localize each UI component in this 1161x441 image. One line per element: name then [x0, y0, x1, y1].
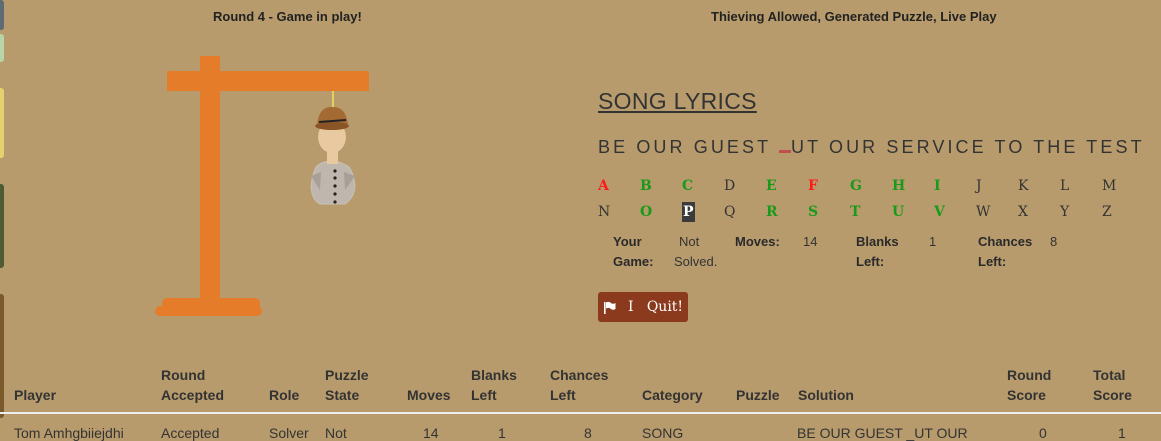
letter-m[interactable]: M [1100, 178, 1142, 194]
puzzle-phrase: BE OUR GUEST UT OUR SERVICE TO THE TEST [598, 137, 1145, 158]
column-header-player[interactable]: Player [14, 365, 56, 405]
letter-i[interactable]: I [932, 178, 974, 194]
table-cell: SONG [642, 425, 684, 441]
column-header-moves[interactable]: Moves [407, 365, 451, 405]
letter-c[interactable]: C [680, 178, 722, 194]
column-header-left[interactable]: Blanks Left [471, 365, 517, 405]
your-game-label-1: Your [613, 234, 642, 249]
side-tab-5[interactable] [0, 294, 4, 418]
table-cell: 1 [498, 425, 506, 441]
column-header-state[interactable]: Puzzle State [325, 365, 369, 405]
letter-q[interactable]: Q [722, 204, 764, 220]
letter-p[interactable]: P [680, 202, 722, 222]
round-status: Round 4 - Game in play! [213, 9, 362, 24]
puzzle-blank [779, 149, 791, 153]
your-game-value-1: Not [679, 234, 700, 249]
category-title: SONG LYRICS [598, 88, 757, 114]
column-header-role[interactable]: Role [269, 365, 299, 405]
table-divider [0, 412, 1161, 414]
letter-b[interactable]: B [638, 178, 680, 194]
game-mode: Thieving Allowed, Generated Puzzle, Live… [711, 9, 997, 24]
quit-button[interactable]: I Quit! [598, 292, 688, 322]
chances-label-1: Chances [978, 234, 1033, 249]
puzzle-text-after: UT OUR SERVICE TO THE TEST [791, 137, 1145, 157]
table-cell: 8 [584, 425, 592, 441]
letter-u[interactable]: U [890, 204, 932, 220]
column-header-solution[interactable]: Solution [798, 365, 854, 405]
column-header-category[interactable]: Category [642, 365, 703, 405]
table-cell: Tom Amhgbiiejdhi [14, 425, 124, 441]
letter-d[interactable]: D [722, 178, 764, 194]
chances-label-2: Left: [978, 254, 1007, 269]
hangman-gallows [155, 56, 369, 316]
moves-value: 14 [803, 234, 818, 249]
letter-j[interactable]: J [974, 178, 1016, 194]
side-tab-3[interactable] [0, 88, 4, 158]
blanks-label-2: Left: [856, 254, 885, 269]
table-cell: BE OUR GUEST _UT OUR [797, 425, 968, 441]
column-header-score[interactable]: Round Score [1007, 365, 1051, 405]
blanks-value: 1 [929, 234, 937, 249]
quit-label: I Quit! [627, 299, 684, 315]
letter-row-1: ABCDEFGHIJKLM [596, 173, 1142, 199]
side-tab-2[interactable] [0, 34, 4, 62]
letter-f[interactable]: F [806, 178, 848, 194]
column-header-puzzle[interactable]: Puzzle [736, 365, 780, 405]
letter-row-2: NOPQRSTUVWXYZ [596, 199, 1142, 225]
letter-x[interactable]: X [1016, 204, 1058, 220]
stat-your-game: Your Game: Not Solved. [613, 232, 717, 272]
column-header-left[interactable]: Chances Left [550, 365, 608, 405]
letter-w[interactable]: W [974, 204, 1016, 220]
blanks-label-1: Blanks [856, 234, 899, 249]
your-game-value-2: Solved. [674, 254, 718, 269]
letter-y[interactable]: Y [1058, 204, 1100, 220]
side-tab-4[interactable] [0, 184, 4, 268]
table-cell: 14 [423, 425, 439, 441]
hanged-figure [310, 106, 356, 205]
column-header-score[interactable]: Total Score [1093, 365, 1132, 405]
letter-l[interactable]: L [1058, 178, 1100, 194]
table-cell: 0 [1039, 425, 1047, 441]
letter-a[interactable]: A [596, 178, 638, 194]
letter-r[interactable]: R [764, 204, 806, 220]
flag-icon [603, 301, 616, 314]
stat-chances-left: Chances Left: 8 [978, 232, 1057, 272]
letter-e[interactable]: E [764, 178, 806, 194]
letter-picker: ABCDEFGHIJKLM NOPQRSTUVWXYZ [596, 173, 1142, 225]
letter-t[interactable]: T [848, 204, 890, 220]
letter-z[interactable]: Z [1100, 204, 1142, 220]
letter-k[interactable]: K [1016, 178, 1058, 194]
moves-label: Moves: [735, 234, 780, 249]
letter-o[interactable]: O [638, 204, 680, 220]
letter-v[interactable]: V [932, 204, 974, 220]
letter-g[interactable]: G [848, 178, 890, 194]
your-game-label-2: Game: [613, 254, 654, 269]
letter-n[interactable]: N [596, 204, 638, 220]
side-tab-1[interactable] [0, 0, 4, 30]
puzzle-text-before: BE OUR GUEST [598, 137, 779, 157]
chances-value: 8 [1050, 234, 1058, 249]
column-header-accepted[interactable]: Round Accepted [161, 365, 224, 405]
table-cell: Solver [269, 425, 309, 441]
letter-s[interactable]: S [806, 204, 848, 220]
letter-h[interactable]: H [890, 178, 932, 194]
table-cell: Accepted [161, 425, 220, 441]
table-cell: Not [325, 425, 347, 441]
stat-moves: Moves: 14 [735, 232, 817, 252]
table-cell: 1 [1118, 425, 1126, 441]
stat-blanks-left: Blanks Left: 1 [856, 232, 936, 272]
